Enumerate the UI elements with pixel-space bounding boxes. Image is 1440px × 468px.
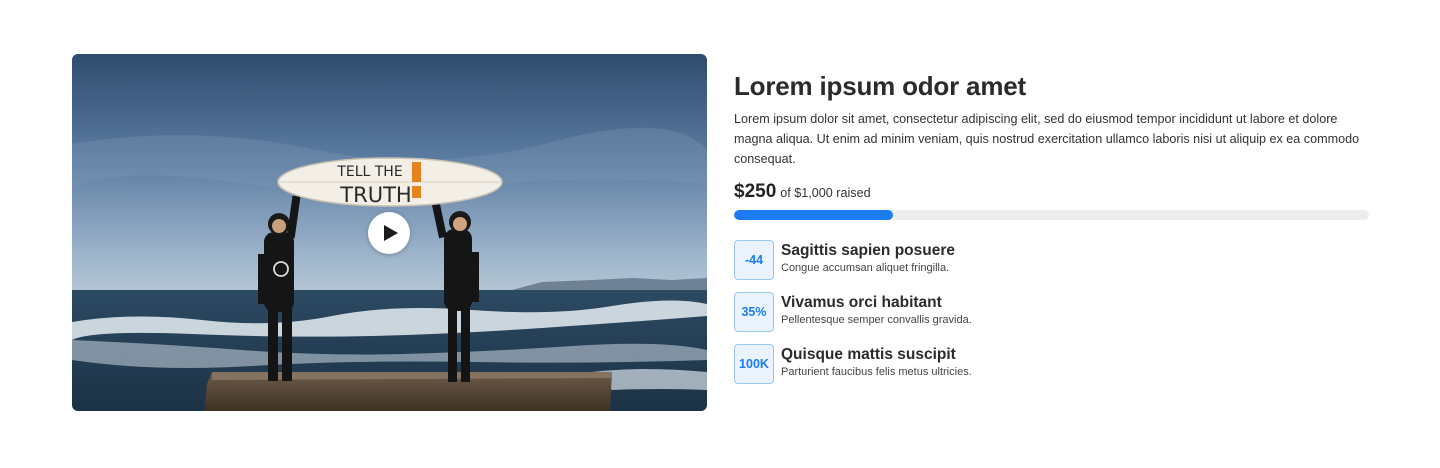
stat-title: Sagittis sapien posuere [781,242,955,259]
video-thumbnail[interactable]: TELL THE TRUTH [72,54,707,411]
stat-badge: -44 [734,240,774,280]
stat-item: -44 Sagittis sapien posuere Congue accum… [734,240,1374,292]
stat-title: Quisque mattis suscipit [781,346,956,363]
play-button[interactable] [368,212,410,254]
campaign-description: Lorem ipsum dolor sit amet, consectetur … [734,112,1360,166]
sign-text-line1: TELL THE [336,164,402,180]
campaign-section: TELL THE TRUTH Lorem ipsum odor amet Lor… [0,0,1440,468]
stat-subtitle: Pellentesque semper convallis gravida. [781,314,972,326]
stat-badge: 35% [734,292,774,332]
raised-summary: $250 of $1,000 raised [734,181,1374,203]
sign-text-line2: TRUTH [339,183,411,207]
stat-title: Vivamus orci habitant [781,294,942,311]
stat-subtitle: Parturient faucibus felis metus ultricie… [781,366,972,378]
stats-list: -44 Sagittis sapien posuere Congue accum… [734,240,1374,396]
campaign-title: Lorem ipsum odor amet [734,71,1026,101]
raised-goal-text: of $1,000 raised [780,186,871,200]
stat-item: 35% Vivamus orci habitant Pellentesque s… [734,292,1374,344]
campaign-details: Lorem ipsum odor amet Lorem ipsum dolor … [734,70,1374,396]
funding-progress-fill [734,210,893,220]
funding-progress-bar [734,210,1369,220]
stat-subtitle: Congue accumsan aliquet fringilla. [781,262,950,274]
raised-amount: $250 [734,181,777,202]
play-icon [383,225,398,241]
stat-item: 100K Quisque mattis suscipit Parturient … [734,344,1374,396]
stat-badge: 100K [734,344,774,384]
